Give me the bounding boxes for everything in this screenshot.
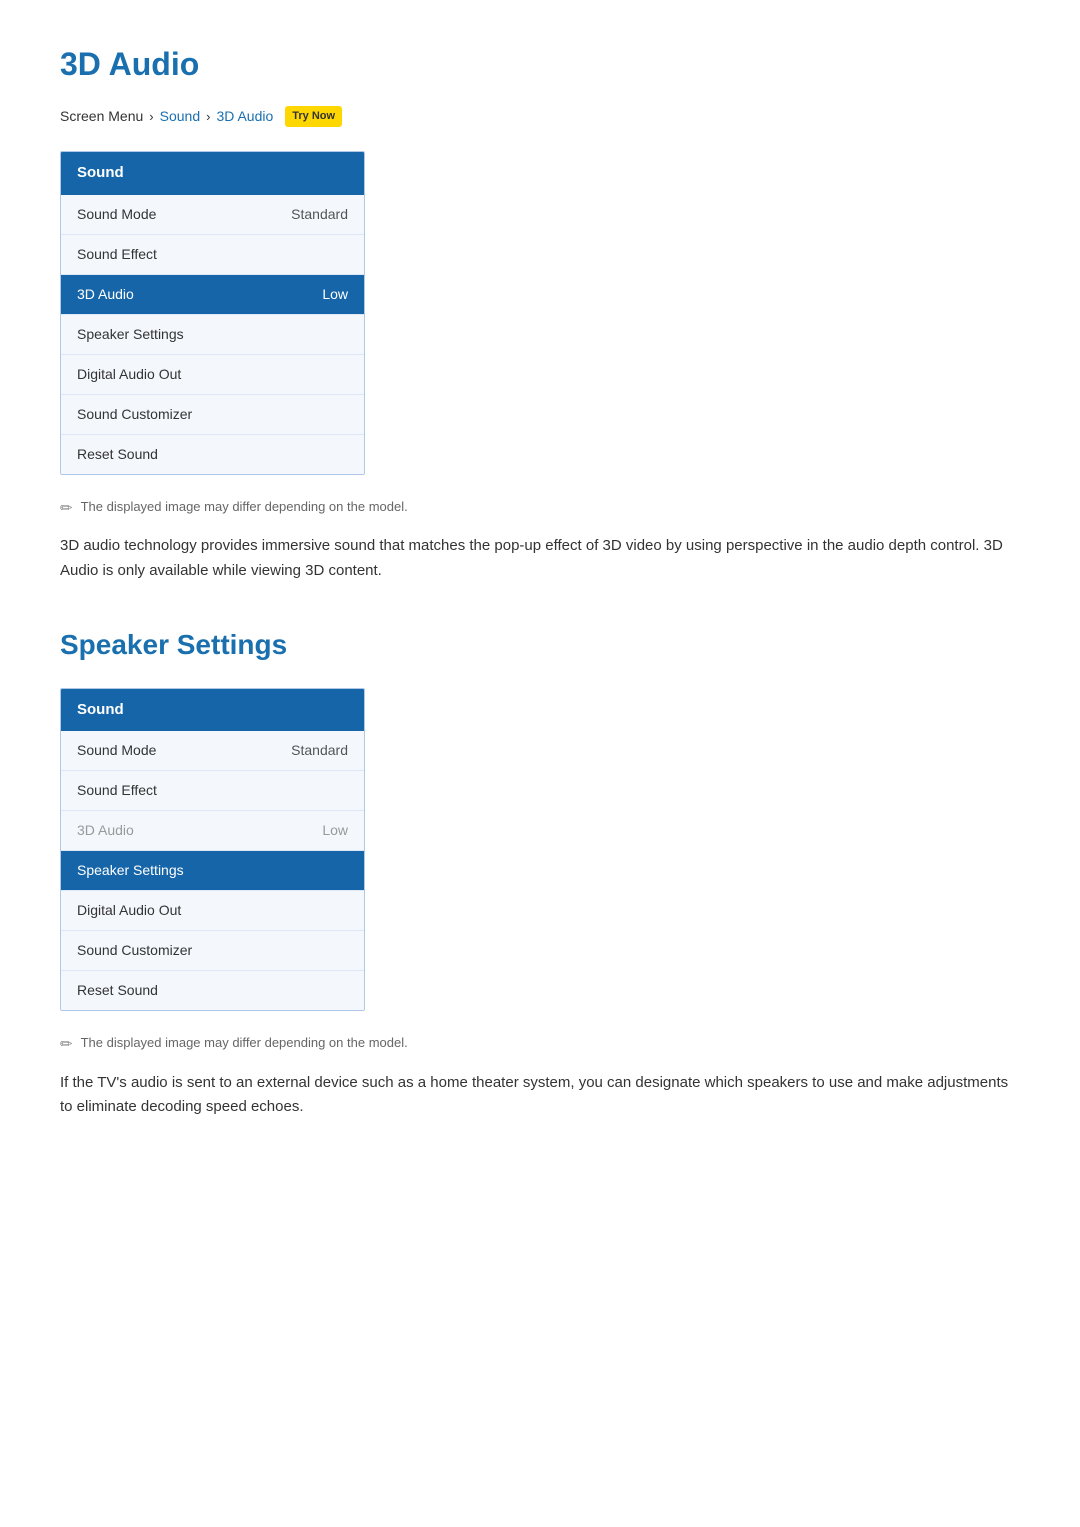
page-title: 3D Audio [60,40,1020,88]
s2-menu-item-speaker-settings[interactable]: Speaker Settings [61,851,364,891]
breadcrumb-sep-2: › [206,107,210,127]
s2-menu-item-sound-effect-label: Sound Effect [77,780,157,801]
menu-item-sound-mode-label: Sound Mode [77,204,156,225]
menu-item-reset-sound-label: Reset Sound [77,444,158,465]
section1-menu-panel: Sound Sound Mode Standard Sound Effect 3… [60,151,365,475]
menu-item-sound-customizer[interactable]: Sound Customizer [61,395,364,435]
breadcrumb-3d-audio: 3D Audio [216,106,273,127]
section2-menu-panel: Sound Sound Mode Standard Sound Effect 3… [60,688,365,1012]
s2-menu-item-reset-sound[interactable]: Reset Sound [61,971,364,1010]
section1-note: ✏ The displayed image may differ dependi… [60,497,1020,521]
menu-item-sound-effect[interactable]: Sound Effect [61,235,364,275]
s2-menu-item-speaker-settings-label: Speaker Settings [77,860,184,881]
breadcrumb-sound-link[interactable]: Sound [160,106,200,127]
s2-menu-item-sound-effect[interactable]: Sound Effect [61,771,364,811]
s2-menu-item-3d-audio-label: 3D Audio [77,820,134,841]
breadcrumb: Screen Menu › Sound › 3D Audio Try Now [60,106,1020,127]
section2-body-text: If the TV's audio is sent to an external… [60,1071,1020,1121]
s2-menu-item-3d-audio[interactable]: 3D Audio Low [61,811,364,851]
s2-menu-item-sound-mode-value: Standard [291,740,348,761]
menu-item-3d-audio[interactable]: 3D Audio Low [61,275,364,315]
menu-item-sound-customizer-label: Sound Customizer [77,404,192,425]
menu-item-reset-sound[interactable]: Reset Sound [61,435,364,474]
menu-item-sound-mode[interactable]: Sound Mode Standard [61,195,364,235]
section2-note: ✏ The displayed image may differ dependi… [60,1033,1020,1057]
menu-item-speaker-settings[interactable]: Speaker Settings [61,315,364,355]
note-icon-2: ✏ [60,1034,73,1057]
menu-item-digital-audio-out-label: Digital Audio Out [77,364,181,385]
s2-menu-item-digital-audio-out-label: Digital Audio Out [77,900,181,921]
section1-note-text: The displayed image may differ depending… [81,497,408,517]
menu-item-3d-audio-value: Low [322,284,348,305]
menu-item-digital-audio-out[interactable]: Digital Audio Out [61,355,364,395]
s2-menu-item-sound-mode[interactable]: Sound Mode Standard [61,731,364,771]
section2-note-text: The displayed image may differ depending… [81,1033,408,1053]
menu-item-3d-audio-label: 3D Audio [77,284,134,305]
menu-item-speaker-settings-label: Speaker Settings [77,324,184,345]
section1-menu-header: Sound [61,152,364,195]
section2-title: Speaker Settings [60,624,1020,666]
section1-body-text: 3D audio technology provides immersive s… [60,534,1020,584]
s2-menu-item-3d-audio-value: Low [322,820,348,841]
breadcrumb-screen-menu: Screen Menu [60,106,143,127]
note-icon-1: ✏ [60,498,73,521]
s2-menu-item-sound-customizer[interactable]: Sound Customizer [61,931,364,971]
breadcrumb-sep-1: › [149,107,153,127]
s2-menu-item-sound-mode-label: Sound Mode [77,740,156,761]
menu-item-sound-mode-value: Standard [291,204,348,225]
s2-menu-item-digital-audio-out[interactable]: Digital Audio Out [61,891,364,931]
menu-item-sound-effect-label: Sound Effect [77,244,157,265]
try-now-badge[interactable]: Try Now [285,106,342,127]
s2-menu-item-sound-customizer-label: Sound Customizer [77,940,192,961]
s2-menu-item-reset-sound-label: Reset Sound [77,980,158,1001]
section2-menu-header: Sound [61,689,364,732]
